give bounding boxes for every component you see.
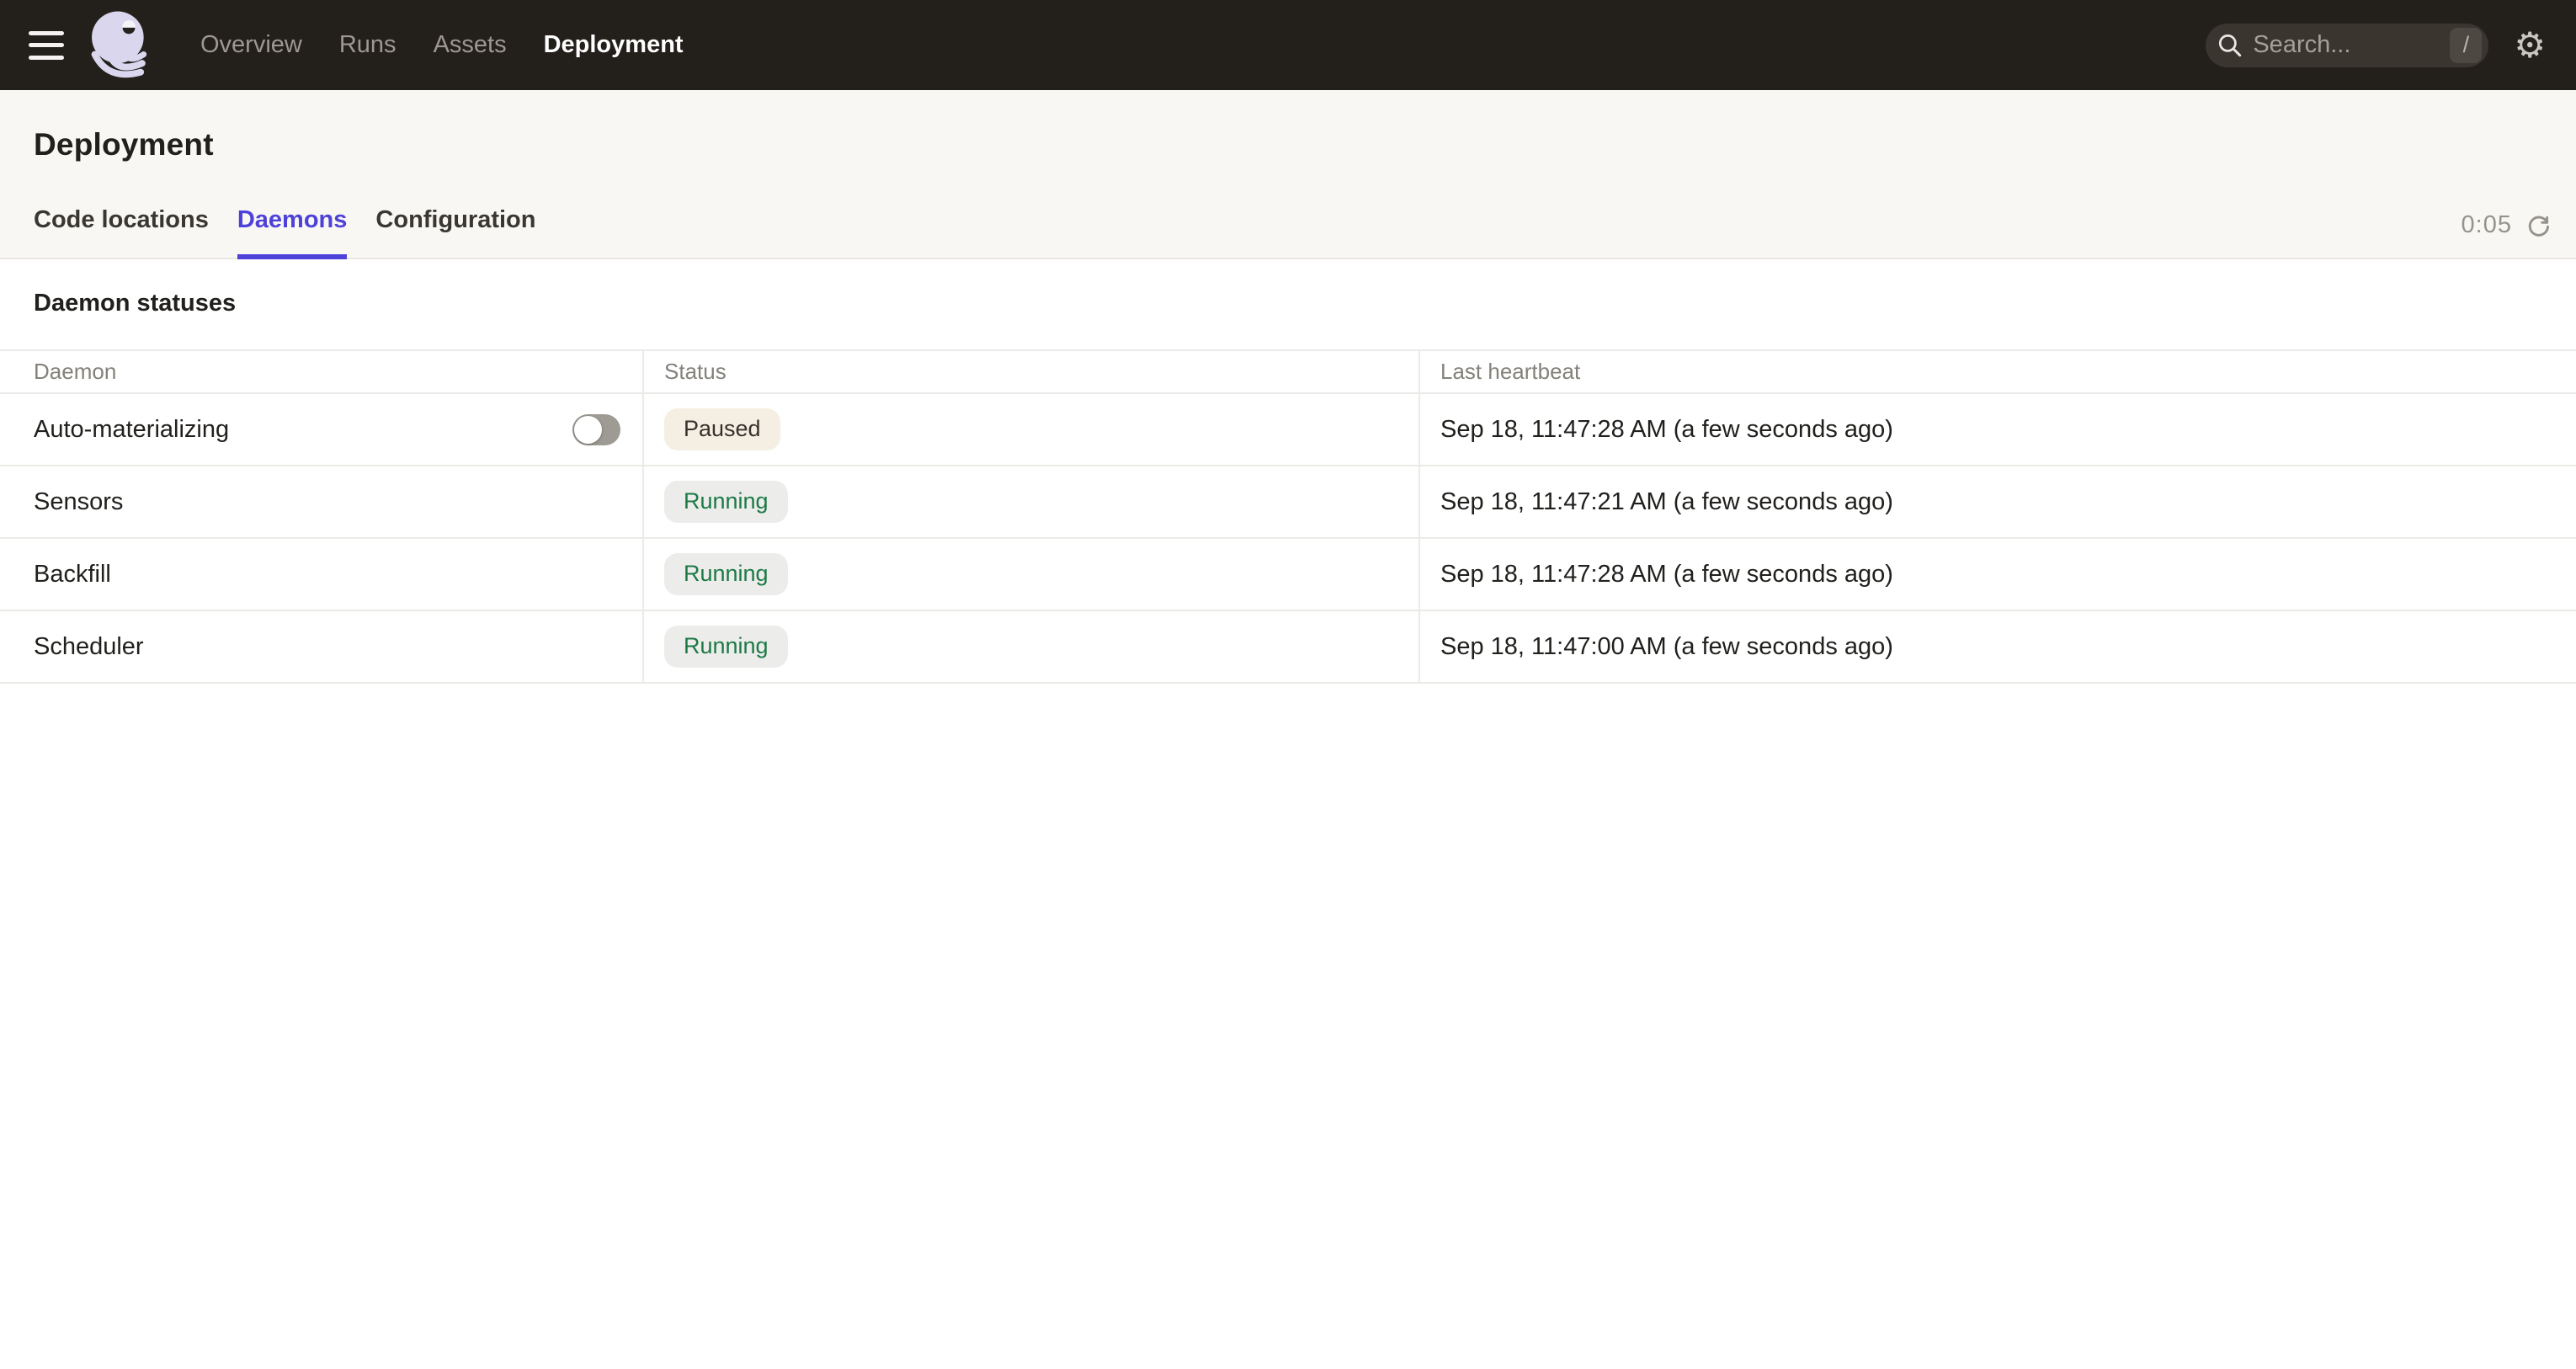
dagster-logo[interactable] [86,8,160,83]
status-badge: Paused [664,408,780,450]
table-body: Auto-materializing Paused Sep 18, 11:47:… [0,394,2576,684]
table-row: Auto-materializing Paused Sep 18, 11:47:… [0,394,2576,466]
status-badge: Running [664,626,788,667]
hamburger-menu-button[interactable] [29,31,64,60]
page-header: Deployment Code locations Daemons Configur… [0,90,2576,259]
daemons-panel: Daemon statuses Daemon Status Last heart… [0,259,2576,684]
gear-icon: ⚙ [2514,24,2546,66]
page-title: Deployment [0,90,2576,162]
daemon-name: Sensors [34,488,123,516]
daemon-name: Auto-materializing [34,416,229,444]
table-row: Backfill Running Sep 18, 11:47:28 AM (a … [0,539,2576,611]
column-header-status: Status [642,351,1418,392]
tab-code-locations[interactable]: Code locations [34,206,209,259]
refresh-countdown: 0:05 [2462,211,2512,239]
status-badge: Running [664,481,788,522]
table-row: Scheduler Running Sep 18, 11:47:00 AM (a… [0,611,2576,684]
search-input[interactable] [2253,31,2450,59]
settings-button[interactable]: ⚙ [2514,28,2546,63]
heartbeat-value: Sep 18, 11:47:21 AM (a few seconds ago) [1440,488,1893,516]
tab-configuration[interactable]: Configuration [375,206,535,259]
heartbeat-value: Sep 18, 11:47:28 AM (a few seconds ago) [1440,416,1893,444]
daemon-toggle[interactable] [572,414,620,445]
nav-item-deployment[interactable]: Deployment [529,21,699,69]
search-icon [2216,31,2244,60]
toggle-knob [574,416,602,444]
heartbeat-value: Sep 18, 11:47:00 AM (a few seconds ago) [1440,633,1893,661]
refresh-icon [2525,212,2552,239]
tab-daemons[interactable]: Daemons [237,206,348,259]
nav-item-runs[interactable]: Runs [324,21,412,69]
daemon-name: Backfill [34,561,111,589]
table-header-row: Daemon Status Last heartbeat [0,349,2576,394]
nav-item-overview[interactable]: Overview [185,21,317,69]
slash-shortcut-badge: / [2450,28,2482,63]
top-nav-bar: OverviewRunsAssetsDeployment / ⚙ [0,0,2576,90]
column-header-daemon: Daemon [0,351,642,392]
refresh-area: 0:05 [2462,211,2552,258]
section-heading: Daemon statuses [0,259,2576,349]
daemon-status-table: Daemon Status Last heartbeat Auto-materi… [0,349,2576,684]
table-row: Sensors Running Sep 18, 11:47:21 AM (a f… [0,466,2576,539]
global-search[interactable]: / [2206,24,2488,67]
refresh-button[interactable] [2525,212,2552,239]
nav-item-assets[interactable]: Assets [418,21,522,69]
primary-nav-links: OverviewRunsAssetsDeployment [185,21,699,69]
heartbeat-value: Sep 18, 11:47:28 AM (a few seconds ago) [1440,561,1893,589]
deployment-tabs: Code locations Daemons Configuration [34,206,535,258]
hamburger-icon [29,31,64,35]
daemon-name: Scheduler [34,633,144,661]
column-header-last-heartbeat: Last heartbeat [1418,351,2576,392]
status-badge: Running [664,553,788,594]
